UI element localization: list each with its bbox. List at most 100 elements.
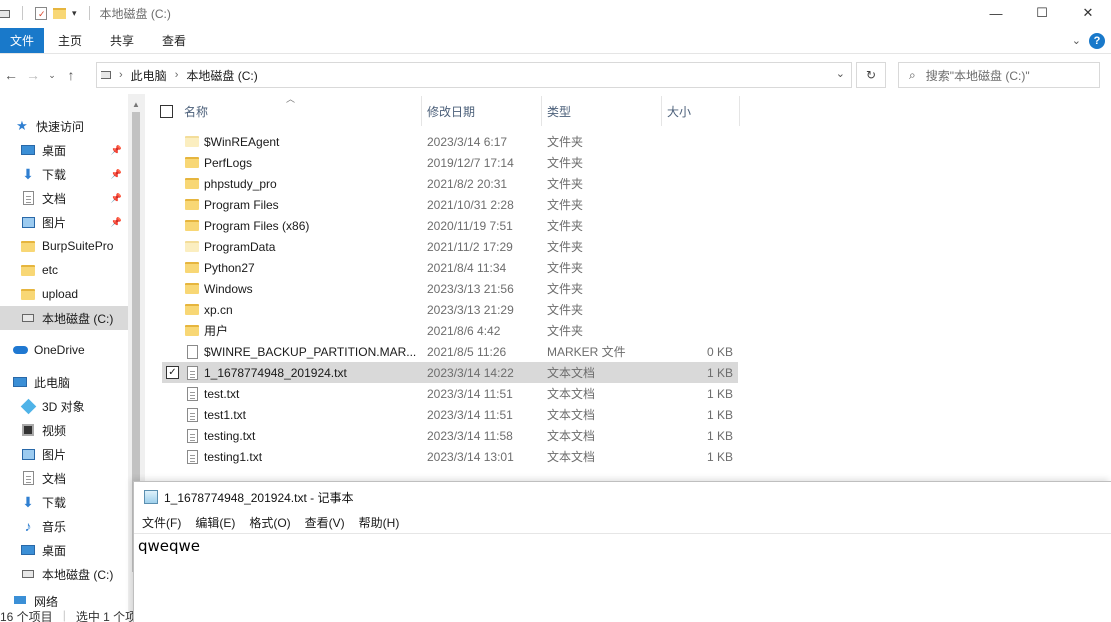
help-icon[interactable]: ? bbox=[1089, 32, 1105, 49]
tab-home[interactable]: 主页 bbox=[44, 28, 96, 53]
file-row[interactable]: testing1.txt 2023/3/14 13:01 文本文档 1 KB bbox=[162, 446, 738, 467]
nav-item-upload[interactable]: upload bbox=[0, 282, 128, 306]
notepad-menubar: 文件(F) 编辑(E) 格式(O) 查看(V) 帮助(H) bbox=[134, 512, 1111, 534]
file-row[interactable]: Python27 2021/8/4 11:34 文件夹 bbox=[162, 257, 738, 278]
nav-item-desktop[interactable]: 桌面 📌 bbox=[0, 138, 128, 162]
file-row[interactable]: $WINRE_BACKUP_PARTITION.MAR... 2021/8/5 1… bbox=[162, 341, 738, 362]
refresh-button[interactable]: ↻ bbox=[856, 62, 886, 88]
file-row[interactable]: $WinREAgent 2023/3/14 6:17 文件夹 bbox=[162, 131, 738, 152]
file-date: 2023/3/14 14:22 bbox=[427, 365, 514, 380]
file-row[interactable]: test.txt 2023/3/14 11:51 文本文档 1 KB bbox=[162, 383, 738, 404]
up-icon[interactable]: ↑ bbox=[60, 67, 82, 83]
notepad-title-bar[interactable]: 1_1678774948_201924.txt - 记事本 bbox=[134, 482, 1111, 512]
drive-icon[interactable] bbox=[0, 10, 10, 18]
nav-item-local-disk-c-pc[interactable]: 本地磁盘 (C:) bbox=[0, 562, 128, 586]
file-size bbox=[667, 278, 733, 299]
menu-view[interactable]: 查看(V) bbox=[305, 514, 345, 531]
file-row[interactable]: Program Files 2021/10/31 2:28 文件夹 bbox=[162, 194, 738, 215]
maximize-button[interactable]: ☐ bbox=[1019, 0, 1065, 26]
back-icon[interactable]: ← bbox=[0, 67, 22, 83]
file-row[interactable]: xp.cn 2023/3/13 21:29 文件夹 bbox=[162, 299, 738, 320]
chevron-down-icon[interactable]: ⌄ bbox=[836, 67, 845, 80]
menu-format[interactable]: 格式(O) bbox=[249, 514, 290, 531]
nav-this-pc[interactable]: 此电脑 bbox=[0, 370, 128, 394]
forward-icon[interactable]: → bbox=[22, 67, 44, 83]
file-row[interactable]: ProgramData 2021/11/2 17:29 文件夹 bbox=[162, 236, 738, 257]
file-row[interactable]: phpstudy_pro 2021/8/2 20:31 文件夹 bbox=[162, 173, 738, 194]
file-type: 文件夹 bbox=[547, 198, 584, 212]
file-row[interactable]: Program Files (x86) 2020/11/19 7:51 文件夹 bbox=[162, 215, 738, 236]
folder-icon bbox=[184, 304, 200, 315]
properties-icon[interactable]: ✓ bbox=[35, 6, 47, 20]
nav-quick-access[interactable]: ★ 快速访问 bbox=[0, 114, 128, 138]
column-name[interactable]: 名称 bbox=[184, 96, 422, 126]
nav-item-3d-objects[interactable]: 3D 对象 bbox=[0, 394, 128, 418]
close-button[interactable]: ✕ bbox=[1065, 0, 1111, 26]
folder-icon bbox=[184, 199, 200, 210]
file-row[interactable]: PerfLogs 2019/12/7 17:14 文件夹 bbox=[162, 152, 738, 173]
menu-edit[interactable]: 编辑(E) bbox=[195, 514, 235, 531]
menu-file[interactable]: 文件(F) bbox=[142, 514, 181, 531]
nav-item-desktop-pc[interactable]: 桌面 bbox=[0, 538, 128, 562]
file-row[interactable]: Windows 2023/3/13 21:56 文件夹 bbox=[162, 278, 738, 299]
tab-view[interactable]: 查看 bbox=[148, 28, 200, 53]
column-date[interactable]: 修改日期 bbox=[422, 96, 542, 126]
nav-item-pictures[interactable]: 图片 📌 bbox=[0, 210, 128, 234]
address-bar[interactable]: › 此电脑 › 本地磁盘 (C:) ⌄ bbox=[96, 62, 852, 88]
nav-item-burpsuitepro[interactable]: BurpSuitePro bbox=[0, 234, 128, 258]
tab-file[interactable]: 文件 bbox=[0, 28, 44, 53]
customize-qat-icon[interactable]: ▾ bbox=[72, 8, 77, 19]
search-input[interactable]: ⌕ 搜索"本地磁盘 (C:)" bbox=[898, 62, 1100, 88]
notepad-text-area[interactable]: qweqwe bbox=[134, 534, 1111, 558]
file-name-text: test.txt bbox=[204, 386, 240, 401]
file-icon bbox=[184, 344, 200, 359]
nav-item-downloads-pc[interactable]: ⬇ 下载 bbox=[0, 490, 128, 514]
folder-icon bbox=[184, 241, 200, 252]
file-row[interactable]: 用户 2021/8/6 4:42 文件夹 bbox=[162, 320, 738, 341]
file-row[interactable]: ✓ 1_1678774948_201924.txt 2023/3/14 14:22 文… bbox=[162, 362, 738, 383]
nav-item-etc[interactable]: etc bbox=[0, 258, 128, 282]
nav-item-videos[interactable]: 视频 bbox=[0, 418, 128, 442]
nav-item-documents-pc[interactable]: 文档 bbox=[0, 466, 128, 490]
scroll-up-icon[interactable]: ▲ bbox=[132, 100, 140, 109]
expand-ribbon-icon[interactable]: ⌄ bbox=[1072, 34, 1081, 47]
nav-item-pictures-pc[interactable]: 图片 bbox=[0, 442, 128, 466]
chevron-right-icon[interactable]: › bbox=[119, 69, 123, 81]
file-name: testing1.txt bbox=[184, 446, 262, 467]
column-type[interactable]: 类型 bbox=[542, 96, 662, 126]
breadcrumb-this-pc[interactable]: 此电脑 bbox=[131, 67, 167, 84]
tab-share[interactable]: 共享 bbox=[96, 28, 148, 53]
drive-icon bbox=[20, 567, 36, 581]
nav-network[interactable]: 网络 bbox=[0, 593, 128, 607]
column-size[interactable]: 大小 bbox=[662, 96, 740, 126]
pin-icon[interactable]: 📌 bbox=[111, 217, 122, 228]
breadcrumb-drive[interactable]: 本地磁盘 (C:) bbox=[186, 67, 257, 84]
file-name: Windows bbox=[184, 278, 253, 299]
nav-item-documents[interactable]: 文档 📌 bbox=[0, 186, 128, 210]
chevron-right-icon[interactable]: › bbox=[175, 69, 179, 81]
nav-onedrive[interactable]: OneDrive bbox=[0, 338, 128, 362]
row-checkbox[interactable]: ✓ bbox=[166, 362, 179, 383]
menu-help[interactable]: 帮助(H) bbox=[359, 514, 400, 531]
pin-icon[interactable]: 📌 bbox=[111, 145, 122, 156]
nav-item-local-disk-c[interactable]: 本地磁盘 (C:) bbox=[0, 306, 128, 330]
pin-icon[interactable]: 📌 bbox=[111, 193, 122, 204]
pin-icon[interactable]: 📌 bbox=[111, 169, 122, 180]
folder-icon bbox=[184, 178, 200, 189]
recent-locations-icon[interactable]: ⌄ bbox=[44, 70, 60, 81]
file-size: 1 KB bbox=[706, 449, 733, 464]
file-type: 文件夹 bbox=[547, 324, 584, 338]
selected-count: 选中 1 个项 bbox=[75, 610, 138, 622]
minimize-button[interactable]: — bbox=[973, 0, 1019, 26]
folder-icon bbox=[184, 262, 200, 273]
file-row[interactable]: test1.txt 2023/3/14 11:51 文本文档 1 KB bbox=[162, 404, 738, 425]
new-folder-icon[interactable] bbox=[53, 7, 66, 19]
file-name-text: Python27 bbox=[204, 260, 255, 275]
notepad-window[interactable]: 1_1678774948_201924.txt - 记事本 文件(F) 编辑(E… bbox=[133, 481, 1111, 622]
file-row[interactable]: testing.txt 2023/3/14 11:58 文本文档 1 KB bbox=[162, 425, 738, 446]
file-name-text: PerfLogs bbox=[204, 155, 253, 170]
select-all-checkbox[interactable] bbox=[160, 104, 173, 118]
nav-item-music[interactable]: ♪ 音乐 bbox=[0, 514, 128, 538]
nav-item-downloads[interactable]: ⬇ 下载 📌 bbox=[0, 162, 128, 186]
folder-icon bbox=[20, 263, 36, 277]
